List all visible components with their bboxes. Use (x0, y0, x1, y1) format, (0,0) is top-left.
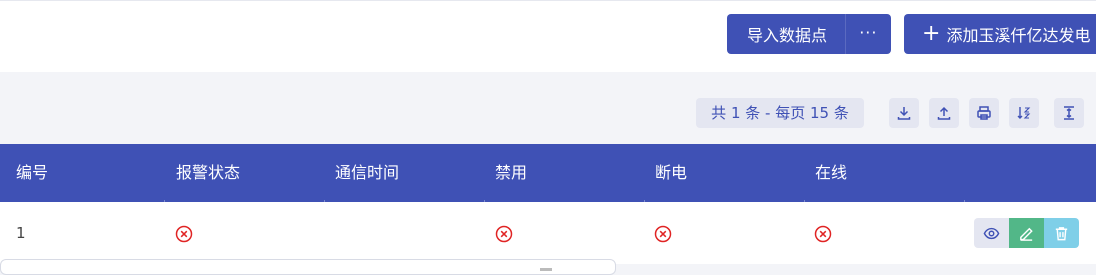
cell-id: 1 (16, 224, 26, 242)
download-icon (897, 107, 911, 120)
add-device-label: 添加玉溪仟亿达发电 (946, 26, 1091, 45)
column-header-power-off[interactable]: 断电 (639, 144, 803, 202)
edit-button[interactable] (1009, 218, 1044, 248)
delete-button[interactable] (1044, 218, 1079, 248)
top-action-bar: 导入数据点 ··· + 添加玉溪仟亿达发电 (0, 0, 1096, 72)
table-header: 编号 报警状态 通信时间 禁用 断电 在线 (0, 144, 1096, 202)
upload-button[interactable] (929, 98, 959, 128)
sort-icon (1017, 107, 1031, 119)
disabled-error-icon (495, 225, 513, 243)
column-height-icon (1064, 106, 1074, 120)
horizontal-scrollbar[interactable] (0, 259, 616, 275)
column-header-id[interactable]: 编号 (0, 144, 164, 202)
online-error-icon (814, 225, 832, 243)
column-header-online[interactable]: 在线 (799, 144, 963, 202)
print-button[interactable] (969, 98, 999, 128)
download-button[interactable] (889, 98, 919, 128)
upload-icon (937, 106, 951, 120)
column-height-button[interactable] (1054, 98, 1084, 128)
row-actions (974, 218, 1079, 248)
trash-icon (1055, 226, 1068, 240)
more-options-button[interactable]: ··· (844, 14, 891, 54)
column-header-comm-time[interactable]: 通信时间 (319, 144, 483, 202)
pencil-icon (1020, 227, 1033, 241)
sort-button[interactable] (1009, 98, 1039, 128)
power-off-error-icon (654, 225, 672, 243)
import-button-group: 导入数据点 ··· (727, 14, 891, 54)
add-device-button[interactable]: + 添加玉溪仟亿达发电 (904, 14, 1096, 54)
plus-icon: + (922, 21, 941, 46)
alarm-status-error-icon (175, 225, 193, 243)
table-row: 1 (0, 202, 1096, 264)
column-header-disabled[interactable]: 禁用 (479, 144, 643, 202)
eye-icon (983, 227, 1000, 239)
column-header-alarm-status[interactable]: 报警状态 (160, 144, 324, 202)
view-button[interactable] (974, 218, 1009, 248)
pagination-count: 共 1 条 - 每页 15 条 (696, 98, 864, 128)
print-icon (977, 106, 991, 120)
import-data-points-button[interactable]: 导入数据点 (727, 22, 845, 46)
